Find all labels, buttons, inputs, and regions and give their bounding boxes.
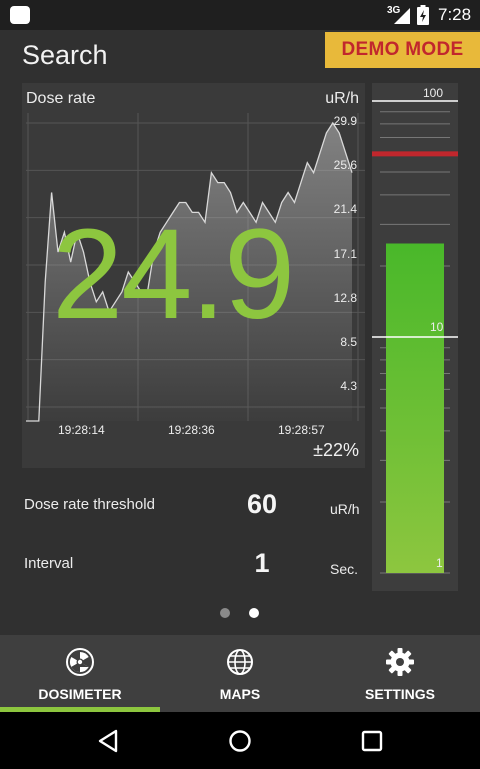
x-tick-label: 19:28:57 — [278, 423, 325, 437]
meter-label-min: 1 — [436, 556, 443, 570]
signal-icon — [394, 8, 410, 24]
y-tick-label: 25.6 — [333, 158, 357, 172]
x-tick-label: 19:28:14 — [58, 423, 105, 437]
page-dot-2-active[interactable] — [249, 608, 259, 618]
bottom-tab-bar: DOSIMETER MAPS SETTINGS — [0, 635, 480, 712]
meter-label-max: 100 — [423, 86, 444, 100]
tab-dosimeter[interactable]: DOSIMETER — [0, 635, 160, 712]
battery-icon — [417, 5, 429, 25]
back-icon[interactable] — [97, 729, 119, 753]
tab-label: DOSIMETER — [38, 686, 122, 702]
demo-mode-badge: DEMO MODE — [325, 32, 480, 68]
gear-icon — [386, 648, 414, 676]
dose-rate-chart: Dose rate uR/h 29.9 25.6 21.4 17.1 12.8 … — [22, 83, 365, 468]
interval-value[interactable]: 1 — [222, 548, 302, 579]
accuracy-label: ±22% — [313, 440, 359, 460]
meter-threshold-marker — [372, 151, 458, 157]
interval-label: Interval — [24, 555, 74, 572]
tab-label: SETTINGS — [364, 686, 435, 702]
status-clock: 7:28 — [438, 5, 472, 24]
y-tick-label: 4.3 — [340, 379, 357, 393]
interval-unit: Sec. — [330, 561, 359, 577]
chart-title: Dose rate — [26, 90, 96, 107]
globe-icon — [227, 649, 253, 675]
y-tick-label: 8.5 — [340, 335, 357, 349]
tab-settings[interactable]: SETTINGS — [320, 635, 480, 712]
system-navigation-bar — [0, 712, 480, 769]
meter-scale — [372, 100, 458, 574]
y-tick-label: 21.4 — [333, 202, 357, 216]
status-bar: 3G 7:28 — [0, 0, 480, 30]
x-tick-label: 19:28:36 — [168, 423, 215, 437]
notification-icon — [10, 6, 30, 24]
tab-maps[interactable]: MAPS — [160, 635, 320, 712]
y-tick-label: 12.8 — [333, 291, 357, 305]
recents-icon[interactable] — [361, 730, 383, 752]
page-title: Search — [22, 40, 108, 70]
home-icon[interactable] — [228, 729, 252, 753]
threshold-unit: uR/h — [330, 501, 360, 517]
dose-level-meter: 100 10 1 — [372, 83, 458, 591]
meter-level-bar — [386, 243, 444, 573]
threshold-label: Dose rate threshold — [24, 496, 155, 513]
current-dose-rate-value: 24.9 — [52, 203, 295, 346]
threshold-value[interactable]: 60 — [222, 489, 302, 520]
radiation-icon — [66, 648, 94, 676]
page-dot-1[interactable] — [220, 608, 230, 618]
y-tick-label: 29.9 — [333, 114, 357, 128]
chart-unit-label: uR/h — [325, 90, 359, 107]
meter-label-mid: 10 — [430, 320, 444, 334]
y-tick-label: 17.1 — [333, 247, 357, 261]
tab-label: MAPS — [219, 686, 261, 702]
